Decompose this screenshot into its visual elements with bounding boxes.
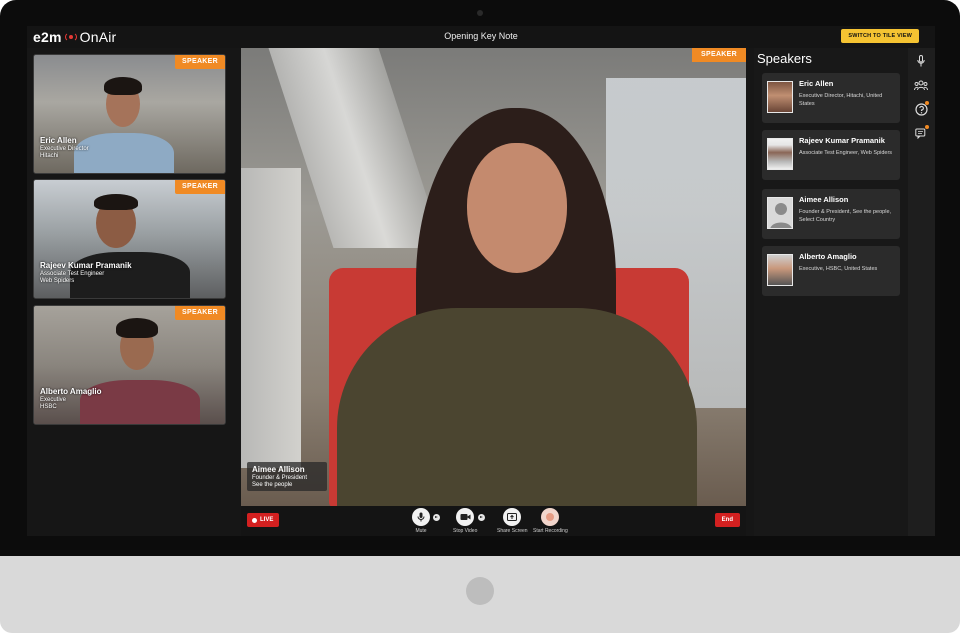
speaker-avatar <box>767 138 793 170</box>
speaker-tile-eric-allen[interactable]: SPEAKER Eric Allen Executive Director Hi… <box>33 54 226 174</box>
main-speaker-name: Aimee Allison <box>252 465 305 474</box>
tile-company: Hitachi <box>40 153 59 159</box>
live-button[interactable]: LIVE <box>247 513 280 527</box>
speaker-card[interactable]: Eric Allen Executive Director, Hitachi, … <box>762 73 900 123</box>
speaker-card[interactable]: Alberto Amaglio Executive, HSBC, United … <box>762 246 900 296</box>
main-speaker-role: Founder & President <box>252 475 308 481</box>
speaker-tile-alberto-amaglio[interactable]: SPEAKER Alberto Amaglio Executive HSBC <box>33 305 226 425</box>
notification-badge <box>925 101 929 105</box>
tile-company: HSBC <box>40 404 57 410</box>
speaker-card-name: Aimee Allison <box>799 195 849 204</box>
switch-to-tile-view-button[interactable]: SWITCH TO TILE VIEW <box>841 29 919 43</box>
speaker-avatar <box>767 81 793 113</box>
live-label: LIVE <box>260 517 274 523</box>
main-name-box: Aimee Allison Founder & President See th… <box>247 462 327 491</box>
tile-name: Rajeev Kumar Pramanik <box>40 261 132 270</box>
speaker-card-detail: Executive, HSBC, United States <box>799 266 878 272</box>
speaker-card[interactable]: Rajeev Kumar Pramanik Associate Test Eng… <box>762 130 900 180</box>
main-speaker-company: See the people <box>252 482 293 488</box>
presenter-body <box>337 308 697 508</box>
start-recording-control[interactable]: Start Recording <box>533 508 568 534</box>
tile-role: Executive <box>40 397 67 403</box>
speaker-avatar-placeholder-icon <box>767 197 793 229</box>
person-hair <box>94 194 138 210</box>
microphone-icon[interactable] <box>412 508 430 526</box>
top-bar: e2m OnAir Opening Key Note SWITCH TO TIL… <box>27 26 935 48</box>
notification-badge <box>925 125 929 129</box>
speaker-card-name: Eric Allen <box>799 79 834 88</box>
mute-control[interactable]: Mute <box>412 508 430 534</box>
record-icon[interactable] <box>541 508 560 526</box>
end-call-button[interactable]: End <box>714 513 740 527</box>
tile-name: Alberto Amaglio <box>40 387 102 396</box>
person-hair <box>116 318 158 338</box>
tile-name-box: Alberto Amaglio Executive HSBC <box>40 387 101 410</box>
monitor-bezel: e2m OnAir Opening Key Note SWITCH TO TIL… <box>0 0 960 556</box>
background-cabinet <box>241 168 301 468</box>
stop-video-label: Stop Video <box>453 528 478 534</box>
person-hair <box>104 77 142 95</box>
attendees-icon[interactable] <box>914 78 928 92</box>
speaker-card-detail: Executive Director, Hitachi, United Stat… <box>799 93 883 107</box>
tile-role: Executive Director <box>40 146 89 152</box>
tile-name-box: Rajeev Kumar Pramanik Associate Test Eng… <box>40 261 132 284</box>
speakers-panel: Speakers Eric Allen Executive Director, … <box>754 48 908 536</box>
speaker-tag: SPEAKER <box>175 55 225 69</box>
meeting-title: Opening Key Note <box>444 31 518 41</box>
tile-name-box: Eric Allen Executive Director Hitachi <box>40 136 89 159</box>
mute-label: Mute <box>415 528 427 534</box>
speaker-card-name: Alberto Amaglio <box>799 252 857 261</box>
speaker-card-name: Rajeev Kumar Pramanik <box>799 136 885 145</box>
speaker-card-detail: Founder & President, See the people, Sel… <box>799 209 892 223</box>
monitor-power-button <box>466 577 494 605</box>
video-camera-icon[interactable] <box>456 508 475 526</box>
tile-name: Eric Allen <box>40 136 77 145</box>
speaker-card-detail: Associate Test Engineer, Web Spiders <box>799 150 893 156</box>
speaker-tile-rajeev-kumar-pramanik[interactable]: SPEAKER Rajeev Kumar Pramanik Associate … <box>33 179 226 299</box>
app-screen: e2m OnAir Opening Key Note SWITCH TO TIL… <box>27 26 935 536</box>
tile-company: Web Spiders <box>40 278 75 284</box>
video-options-caret-icon[interactable] <box>478 514 485 521</box>
side-icon-rail <box>908 48 935 536</box>
start-recording-label: Start Recording <box>533 528 568 534</box>
mute-options-caret-icon[interactable] <box>433 514 440 521</box>
speakers-title: Speakers <box>757 51 812 66</box>
microphone-icon[interactable] <box>914 54 928 68</box>
share-screen-label: Share Screen <box>497 528 528 534</box>
chat-icon[interactable] <box>914 125 929 140</box>
help-icon[interactable] <box>914 101 929 116</box>
share-screen-control[interactable]: Share Screen <box>497 508 528 534</box>
main-video-stage[interactable]: SPEAKER Aimee Allison Founder & Presiden… <box>241 48 746 536</box>
speaker-tag: SPEAKER <box>175 180 225 194</box>
person-body <box>74 133 174 173</box>
main-video-feed <box>241 48 746 508</box>
live-dot-icon <box>252 517 257 523</box>
webcam-dot <box>477 10 483 16</box>
speaker-tag: SPEAKER <box>175 306 225 320</box>
tile-role: Associate Test Engineer <box>40 271 105 277</box>
stop-video-control[interactable]: Stop Video <box>453 508 477 534</box>
share-screen-icon[interactable] <box>503 508 522 526</box>
presenter-face <box>467 143 567 273</box>
speaker-avatar <box>767 254 793 286</box>
speaker-card[interactable]: Aimee Allison Founder & President, See t… <box>762 189 900 239</box>
main-speaker-tag: SPEAKER <box>692 48 746 62</box>
call-controls-bar: LIVE Mute Stop Video Share Screen Start … <box>241 506 746 536</box>
